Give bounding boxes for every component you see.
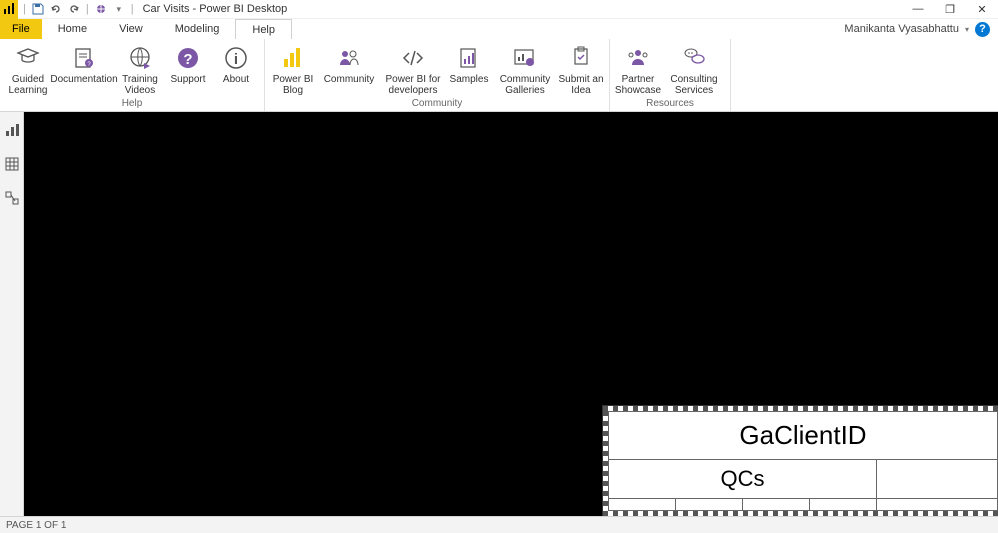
- chevron-down-icon[interactable]: ▾: [965, 25, 969, 34]
- tab-modeling[interactable]: Modeling: [159, 19, 236, 39]
- galleries-button[interactable]: Community Galleries: [493, 42, 557, 96]
- qat-separator: |: [86, 3, 89, 15]
- partner-showcase-icon: [624, 44, 652, 72]
- column-header-qcs: QCs: [609, 460, 877, 499]
- about-button[interactable]: i About: [212, 42, 260, 85]
- ribbon-label: Support: [170, 74, 205, 85]
- submit-idea-button[interactable]: Submit an Idea: [557, 42, 605, 96]
- ribbon-group-label: Help: [0, 98, 264, 111]
- svg-text:i: i: [234, 51, 238, 68]
- app-icon: [0, 0, 18, 19]
- ribbon: Guided Learning ? Documentation Training…: [0, 39, 998, 112]
- training-videos-button[interactable]: Training Videos: [116, 42, 164, 96]
- community-icon: [335, 44, 363, 72]
- user-area: Manikanta Vyasabhattu ▾ ?: [844, 19, 998, 39]
- redo-icon[interactable]: [67, 2, 81, 16]
- guided-learning-button[interactable]: Guided Learning: [4, 42, 52, 96]
- table-cell: [676, 499, 743, 511]
- page-indicator: PAGE 1 OF 1: [6, 520, 66, 531]
- ribbon-label: Power BI Blog: [269, 74, 317, 96]
- tab-view[interactable]: View: [103, 19, 159, 39]
- partner-showcase-button[interactable]: Partner Showcase: [614, 42, 662, 96]
- save-icon[interactable]: [31, 2, 45, 16]
- code-icon: [399, 44, 427, 72]
- ribbon-label: Consulting Services: [662, 74, 726, 96]
- ribbon-label: Community Galleries: [493, 74, 557, 96]
- samples-icon: [455, 44, 483, 72]
- table-cell: [877, 499, 998, 511]
- column-header-gaclientid: GaClientID: [609, 412, 998, 460]
- table-cell: [810, 499, 877, 511]
- table-cell: [609, 499, 676, 511]
- qat-dropdown-icon[interactable]: ▾: [112, 2, 126, 16]
- user-name[interactable]: Manikanta Vyasabhattu: [844, 23, 959, 35]
- minimize-button[interactable]: —: [902, 0, 934, 19]
- ribbon-label: Community: [324, 74, 375, 85]
- status-bar: PAGE 1 OF 1: [0, 516, 998, 533]
- app-title: Car Visits - Power BI Desktop: [143, 3, 288, 15]
- powerbi-blog-button[interactable]: Power BI Blog: [269, 42, 317, 96]
- window-controls: — ❐ ✕: [902, 0, 998, 19]
- training-videos-icon: [126, 44, 154, 72]
- ribbon-label: Documentation: [50, 74, 117, 85]
- undo-icon[interactable]: [49, 2, 63, 16]
- work-area: GaClientID QCs: [0, 112, 998, 516]
- ribbon-label: Guided Learning: [4, 74, 52, 96]
- model-view-icon[interactable]: [4, 190, 20, 206]
- ribbon-label: Submit an Idea: [557, 74, 605, 96]
- documentation-icon: ?: [70, 44, 98, 72]
- report-view-icon[interactable]: [4, 122, 20, 138]
- title-bar: | | ▾ | Car Visits - Power BI Desktop — …: [0, 0, 998, 19]
- consulting-icon: [680, 44, 708, 72]
- tab-home[interactable]: Home: [42, 19, 103, 39]
- close-button[interactable]: ✕: [966, 0, 998, 19]
- touch-mode-icon[interactable]: [94, 2, 108, 16]
- column-header-blank: [877, 460, 998, 499]
- ribbon-group-label: Resources: [610, 98, 730, 111]
- ribbon-group-community: Power BI Blog Community Power BI for dev…: [265, 39, 610, 111]
- ribbon-tabs: File Home View Modeling Help Manikanta V…: [0, 19, 998, 39]
- tab-help[interactable]: Help: [235, 19, 292, 39]
- consulting-button[interactable]: Consulting Services: [662, 42, 726, 96]
- ribbon-label: Samples: [450, 74, 489, 85]
- help-icon[interactable]: ?: [975, 22, 990, 37]
- view-rail: [0, 112, 24, 516]
- samples-button[interactable]: Samples: [445, 42, 493, 85]
- powerbi-blog-icon: [279, 44, 307, 72]
- powerbi-devs-button[interactable]: Power BI for developers: [381, 42, 445, 96]
- ribbon-label: About: [223, 74, 249, 85]
- community-button[interactable]: Community: [317, 42, 381, 85]
- ribbon-group-help: Guided Learning ? Documentation Training…: [0, 39, 265, 111]
- svg-text:?: ?: [183, 51, 192, 68]
- table-cell: [743, 499, 810, 511]
- maximize-button[interactable]: ❐: [934, 0, 966, 19]
- guided-learning-icon: [14, 44, 42, 72]
- tab-file[interactable]: File: [0, 19, 42, 39]
- report-canvas[interactable]: GaClientID QCs: [24, 112, 998, 516]
- ribbon-label: Training Videos: [116, 74, 164, 96]
- qat-separator: |: [23, 3, 26, 15]
- about-icon: i: [222, 44, 250, 72]
- support-icon: ?: [174, 44, 202, 72]
- qat-separator: |: [131, 3, 134, 15]
- ribbon-group-label: Community: [265, 98, 609, 111]
- documentation-button[interactable]: ? Documentation: [52, 42, 116, 85]
- submit-idea-icon: [567, 44, 595, 72]
- galleries-icon: [511, 44, 539, 72]
- ribbon-label: Partner Showcase: [614, 74, 662, 96]
- support-button[interactable]: ? Support: [164, 42, 212, 85]
- table-visual-selected[interactable]: GaClientID QCs: [602, 405, 998, 516]
- ribbon-group-resources: Partner Showcase Consulting Services Res…: [610, 39, 731, 111]
- ribbon-label: Power BI for developers: [381, 74, 445, 96]
- data-view-icon[interactable]: [4, 156, 20, 172]
